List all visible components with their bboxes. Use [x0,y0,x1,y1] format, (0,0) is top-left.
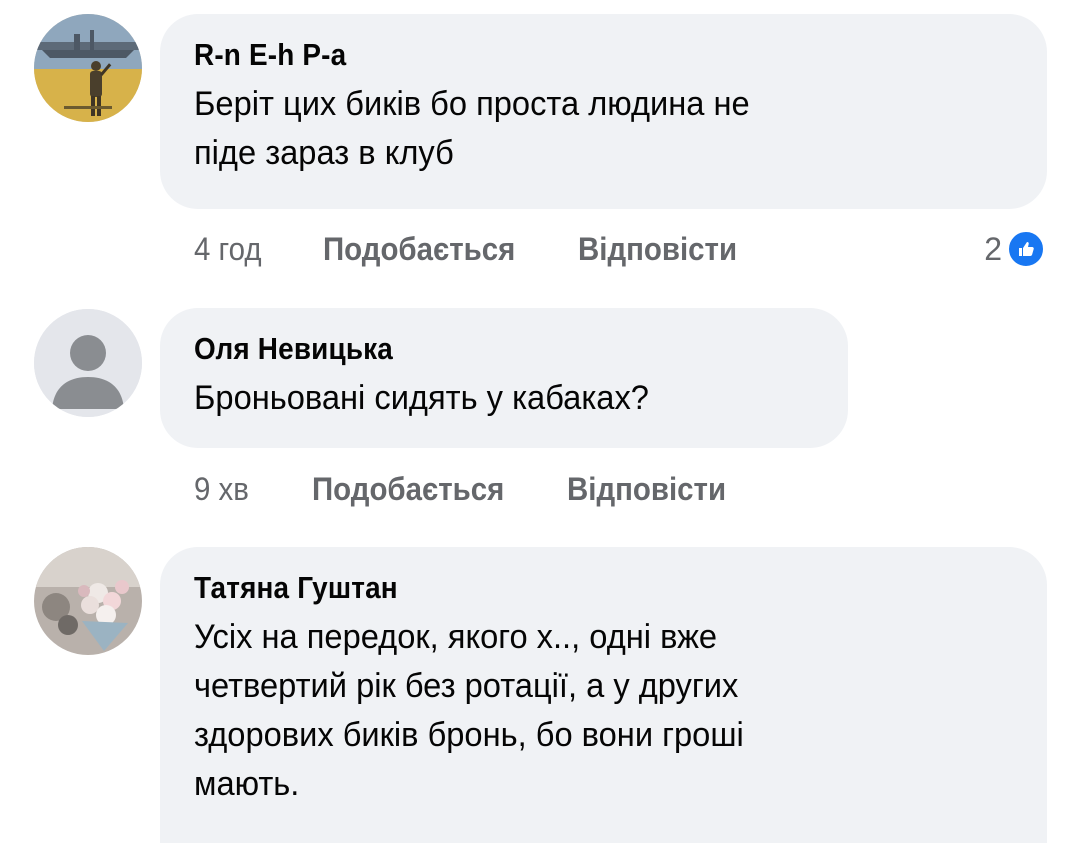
flowers-photo-icon [34,547,142,655]
comment-actions: 9 хв Подобається Відповісти [194,469,740,509]
avatar[interactable] [34,547,142,655]
comment-actions: 4 год Подобається Відповісти [194,229,751,269]
like-button[interactable]: Подобається [323,231,515,268]
like-icon [1006,229,1046,269]
comment-bubble[interactable]: Татяна Гуштан Усіх на передок, якого х..… [160,547,1047,843]
avatar[interactable] [34,309,142,417]
avatar[interactable] [34,14,142,122]
reply-button[interactable]: Відповісти [567,471,726,508]
comment-bubble[interactable]: R-n E-h P-a Беріт цих биків бо проста лю… [160,14,1047,209]
comment-text: Усіх на передок, якого х.., одні вже чет… [194,618,744,803]
comment-text: Беріт цих биків бо проста людина не піде… [194,85,750,172]
comment-author[interactable]: Татяна Гуштан [194,569,933,607]
comment-text: Броньовані сидять у кабаках? [194,379,649,417]
soldier-photo-icon [34,14,142,122]
comment-author[interactable]: R-n E-h P-a [194,36,933,74]
comment-author[interactable]: Оля Невицька [194,330,754,368]
reaction-summary[interactable]: 2 [984,229,1046,269]
comment-time[interactable]: 4 год [194,231,262,268]
reaction-count: 2 [984,230,1002,267]
comment-bubble[interactable]: Оля Невицька Броньовані сидять у кабаках… [160,308,848,448]
default-user-icon [34,309,142,417]
comment-time[interactable]: 9 хв [194,471,249,508]
like-button[interactable]: Подобається [312,471,504,508]
comments-thread: R-n E-h P-a Беріт цих биків бо проста лю… [0,0,1080,843]
reply-button[interactable]: Відповісти [578,231,737,268]
